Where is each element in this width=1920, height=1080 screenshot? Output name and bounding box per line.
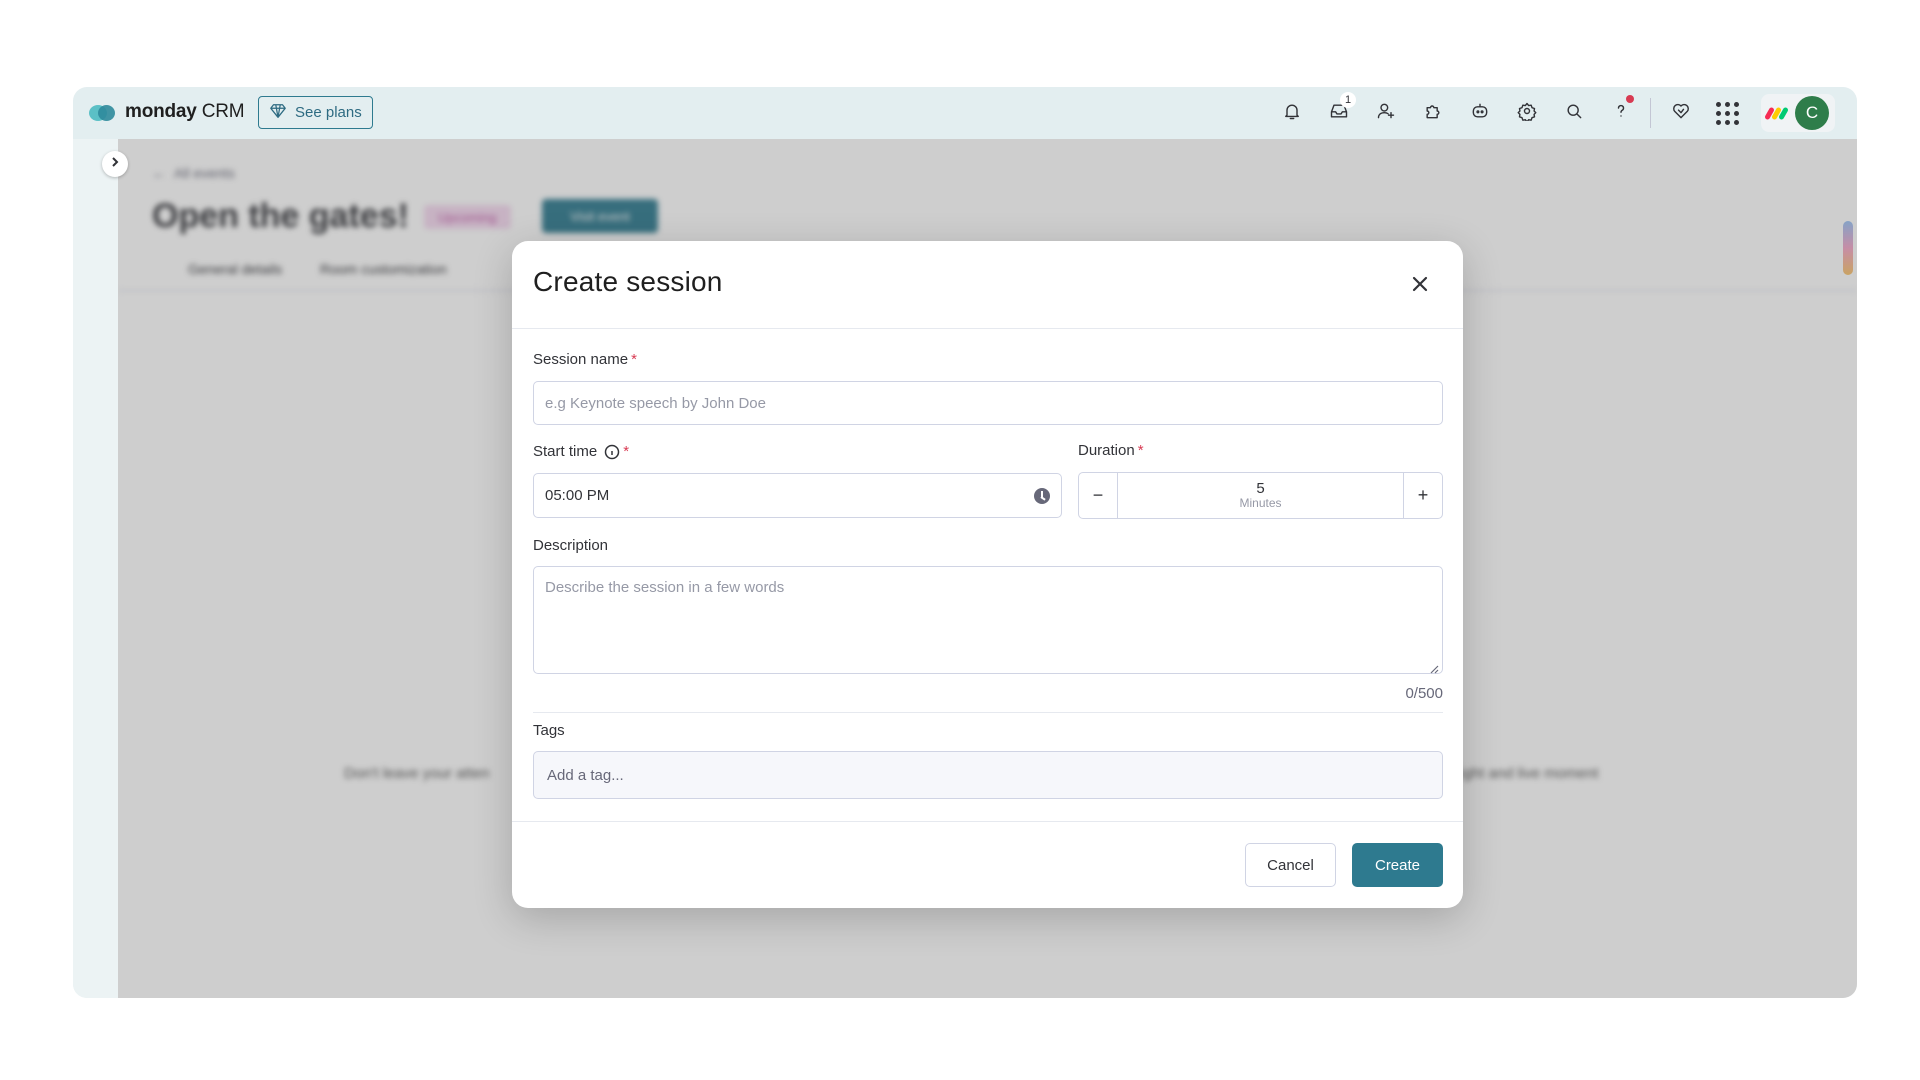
duration-label-text: Duration — [1078, 442, 1135, 459]
start-time-value: 05:00 PM — [545, 487, 610, 504]
settings-button[interactable] — [1503, 95, 1550, 131]
start-time-input[interactable]: 05:00 PM — [533, 473, 1062, 518]
duration-value-field[interactable]: 5 Minutes — [1118, 473, 1403, 518]
session-name-placeholder: e.g Keynote speech by John Doe — [545, 394, 766, 412]
search-icon — [1564, 101, 1584, 126]
description-label-text: Description — [533, 537, 609, 554]
description-char-counter: 0/500 — [1405, 685, 1443, 702]
left-sidebar-collapsed — [73, 139, 118, 998]
account-menu[interactable]: C — [1761, 94, 1835, 132]
divider — [1650, 98, 1651, 128]
start-time-label-text: Start time — [533, 443, 598, 460]
see-plans-button[interactable]: See plans — [258, 96, 373, 129]
monday-product-icon — [1764, 106, 1789, 121]
cancel-button[interactable]: Cancel — [1245, 843, 1336, 887]
see-plans-label: See plans — [295, 104, 362, 121]
expand-sidebar-button[interactable] — [102, 151, 128, 177]
divider — [533, 712, 1443, 713]
duration-label: Duration * — [1078, 442, 1144, 459]
session-name-label-text: Session name — [533, 351, 629, 368]
create-session-dialog: Create session Session name * e.g Keynote… — [512, 241, 1463, 908]
session-name-label: Session name * — [533, 351, 637, 368]
inbox-count-badge: 1 — [1340, 92, 1356, 108]
apps-grid-icon — [1716, 101, 1739, 125]
avatar: C — [1795, 96, 1829, 130]
tags-label: Tags — [533, 722, 565, 739]
brand-name: monday CRM — [125, 101, 245, 122]
top-bar-actions: 1 C — [1268, 92, 1835, 132]
increase-duration-button[interactable]: + — [1403, 473, 1442, 518]
invite-members-button[interactable] — [1362, 95, 1409, 131]
search-button[interactable] — [1550, 95, 1597, 131]
ai-assistant-button[interactable] — [1456, 95, 1503, 131]
integrations-icon — [1423, 101, 1443, 126]
tags-input[interactable]: Add a tag... — [533, 751, 1443, 799]
tags-label-text: Tags — [533, 722, 565, 739]
dialog-title: Create session — [533, 266, 723, 297]
inbox-button[interactable]: 1 — [1315, 92, 1362, 131]
create-button[interactable]: Create — [1352, 843, 1443, 887]
help-alert-dot — [1626, 95, 1634, 103]
dialog-header: Create session — [512, 241, 1463, 329]
tags-placeholder: Add a tag... — [547, 766, 624, 784]
help-icon — [1611, 101, 1631, 126]
resize-handle-icon[interactable] — [1430, 661, 1439, 674]
clock-icon[interactable] — [1034, 487, 1050, 504]
settings-icon — [1517, 101, 1537, 126]
required-mark: * — [631, 351, 637, 368]
monday-logo-icon — [89, 103, 115, 121]
start-time-label: Start time * — [533, 443, 629, 460]
info-icon[interactable] — [604, 444, 620, 460]
help-button[interactable] — [1597, 95, 1644, 131]
description-label: Description — [533, 537, 608, 554]
required-mark: * — [623, 443, 630, 460]
favorites-button[interactable] — [1657, 95, 1704, 131]
bell-icon — [1282, 101, 1302, 126]
duration-unit: Minutes — [1239, 496, 1282, 511]
footer-divider — [512, 821, 1463, 822]
integrations-button[interactable] — [1409, 95, 1456, 131]
required-mark: * — [1137, 442, 1144, 459]
top-bar: monday CRM See plans 1 C — [73, 87, 1857, 139]
ai-assistant-icon — [1470, 101, 1490, 126]
favorites-icon — [1671, 101, 1691, 126]
close-icon — [1409, 276, 1431, 299]
description-textarea[interactable]: Describe the session in a few words — [533, 566, 1443, 674]
notifications-button[interactable] — [1268, 95, 1315, 131]
duration-stepper: − 5 Minutes + — [1078, 472, 1443, 519]
diamond-icon — [269, 102, 287, 124]
description-placeholder: Describe the session in a few words — [545, 579, 785, 596]
invite-user-icon — [1376, 101, 1396, 126]
chevron-right-icon — [109, 155, 121, 173]
duration-value: 5 — [1256, 479, 1265, 497]
session-name-input[interactable]: e.g Keynote speech by John Doe — [533, 381, 1443, 425]
close-dialog-button[interactable] — [1409, 273, 1431, 295]
apps-grid-button[interactable] — [1704, 95, 1751, 131]
monday-crm-logo[interactable]: monday CRM — [89, 101, 245, 123]
decrease-duration-button[interactable]: − — [1079, 473, 1118, 518]
